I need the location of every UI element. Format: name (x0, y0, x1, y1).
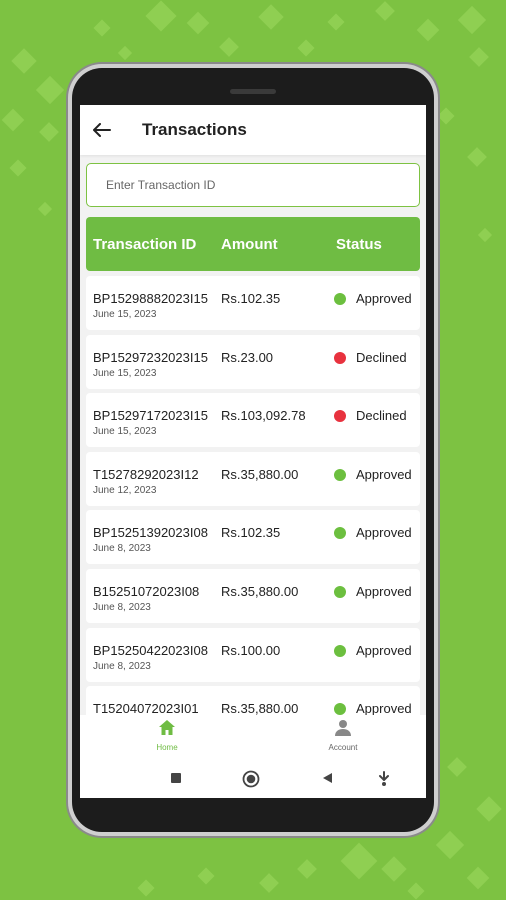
person-icon (335, 720, 351, 736)
transaction-date: June 12, 2023 (93, 484, 157, 496)
header-status: Status (336, 236, 382, 253)
transaction-amount: Rs.35,880.00 (221, 701, 299, 717)
status-label: Approved (356, 466, 412, 482)
header-amount: Amount (221, 236, 278, 253)
transaction-id: B15251072023I08 (93, 583, 200, 599)
top-app-bar: Transactions (80, 105, 426, 155)
transaction-date: June 8, 2023 (93, 543, 151, 555)
transaction-row[interactable]: BP15298882023I15 June 15, 2023 Rs.102.35… (86, 276, 420, 330)
transaction-row[interactable]: BP15251392023I08 June 8, 2023 Rs.102.35 … (86, 510, 420, 565)
transaction-amount: Rs.100.00 (221, 642, 281, 658)
transaction-date: June 15, 2023 (93, 367, 157, 379)
transaction-amount: Rs.35,880.00 (221, 466, 299, 482)
status-dot-icon (334, 410, 346, 423)
search-field[interactable] (86, 163, 420, 207)
home-icon (159, 720, 175, 735)
triangle-left-icon[interactable] (321, 772, 333, 784)
status-label: Approved (356, 583, 412, 599)
back-button[interactable] (80, 105, 124, 155)
transaction-date: June 15, 2023 (93, 309, 157, 320)
phone-frame: Transactions Transaction ID Amount Statu… (72, 68, 434, 832)
transaction-amount: Rs.23.00 (221, 349, 274, 365)
status-dot-icon (334, 468, 346, 481)
nav-home[interactable]: Home (137, 719, 197, 752)
transaction-id: BP15250422023I08 (93, 642, 208, 658)
transaction-id: BP15297232023I15 (93, 349, 208, 365)
status-label: Declined (356, 349, 407, 365)
square-icon[interactable] (170, 772, 182, 784)
arrow-left-icon (93, 123, 111, 137)
transaction-row[interactable]: BP15297172023I15 June 15, 2023 Rs.103,09… (86, 393, 420, 448)
transaction-amount: Rs.102.35 (221, 291, 281, 306)
transaction-amount: Rs.35,880.00 (221, 583, 299, 599)
transaction-date: June 8, 2023 (93, 601, 151, 613)
status-dot-icon (334, 703, 346, 716)
transaction-id: BP15298882023I15 (93, 291, 208, 306)
page-title: Transactions (142, 120, 247, 139)
download-icon[interactable] (377, 771, 391, 787)
transaction-date: June 15, 2023 (93, 426, 157, 438)
table-header: Transaction ID Amount Status (86, 217, 420, 271)
transaction-date: June 8, 2023 (93, 660, 151, 672)
search-input[interactable] (104, 177, 398, 193)
transaction-row[interactable]: BP15250422023I08 June 8, 2023 Rs.100.00 … (86, 627, 420, 682)
status-dot-icon (334, 644, 346, 657)
nav-home-label: Home (156, 743, 178, 752)
app-screen: Transactions Transaction ID Amount Statu… (80, 105, 426, 798)
phone-speaker (230, 89, 276, 94)
transaction-row[interactable]: BP15297232023I15 June 15, 2023 Rs.23.00 … (86, 334, 420, 389)
status-label: Approved (356, 642, 412, 658)
header-transaction-id: Transaction ID (93, 236, 197, 253)
transaction-id: T15204072023I01 (93, 701, 199, 717)
transaction-amount: Rs.102.35 (221, 525, 281, 541)
status-dot-icon (334, 527, 346, 540)
transaction-row[interactable]: T15278292023I12 June 12, 2023 Rs.35,880.… (86, 451, 420, 506)
bottom-navigation: Home Account (80, 715, 426, 798)
transaction-id: BP15297172023I15 (93, 408, 208, 424)
transaction-list: BP15298882023I15 June 15, 2023 Rs.102.35… (86, 276, 420, 745)
status-label: Approved (356, 701, 412, 717)
nav-account[interactable]: Account (313, 719, 373, 752)
status-label: Approved (356, 525, 412, 541)
status-dot-icon (334, 293, 346, 305)
status-dot-icon (334, 585, 346, 598)
nav-account-label: Account (328, 743, 358, 752)
status-dot-icon (334, 351, 346, 364)
transaction-amount: Rs.103,092.78 (221, 408, 306, 424)
status-label: Approved (356, 291, 412, 306)
system-navigation-bar (80, 765, 426, 795)
transaction-row[interactable]: B15251072023I08 June 8, 2023 Rs.35,880.0… (86, 568, 420, 623)
status-label: Declined (356, 408, 407, 424)
circle-icon[interactable] (242, 770, 260, 788)
transaction-id: T15278292023I12 (93, 466, 199, 482)
transaction-id: BP15251392023I08 (93, 525, 208, 541)
